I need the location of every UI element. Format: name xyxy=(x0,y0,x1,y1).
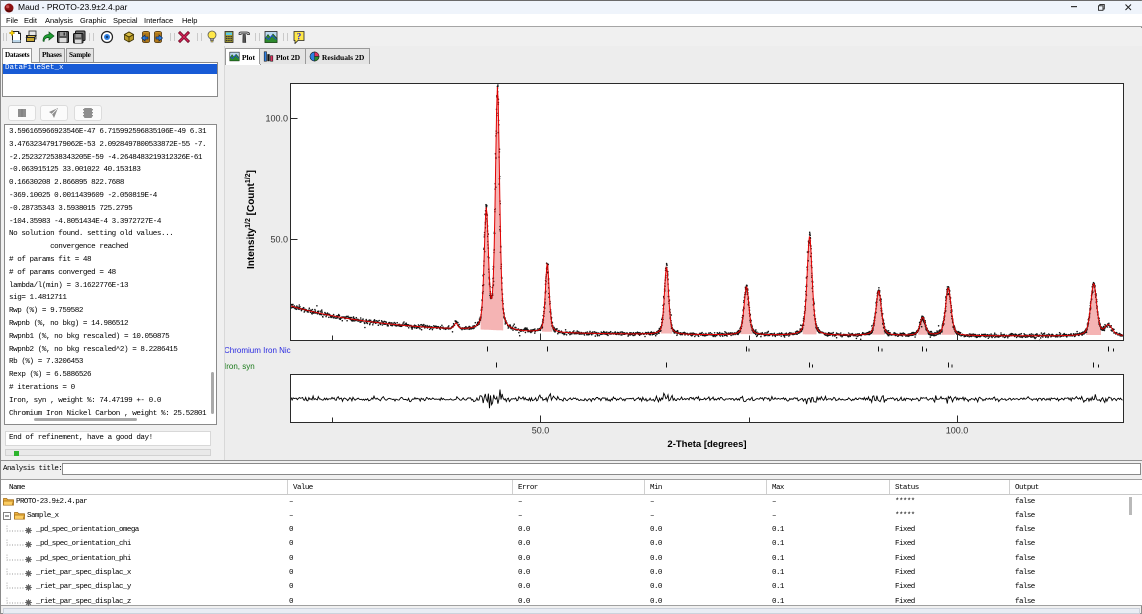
svg-text:50.0: 50.0 xyxy=(532,426,550,436)
svg-text:?: ? xyxy=(297,32,302,42)
svg-text:50.0: 50.0 xyxy=(270,235,288,245)
svg-text:Intensity1/2 [Count1/2]: Intensity1/2 [Count1/2] xyxy=(245,170,257,269)
svg-text:Chromium Iron Nic: Chromium Iron Nic xyxy=(225,346,291,355)
svg-text:100.0: 100.0 xyxy=(265,114,288,124)
svg-text:100.0: 100.0 xyxy=(946,426,969,436)
svg-text:2-Theta [degrees]: 2-Theta [degrees] xyxy=(667,439,746,450)
svg-text:Iron, syn: Iron, syn xyxy=(225,362,255,371)
